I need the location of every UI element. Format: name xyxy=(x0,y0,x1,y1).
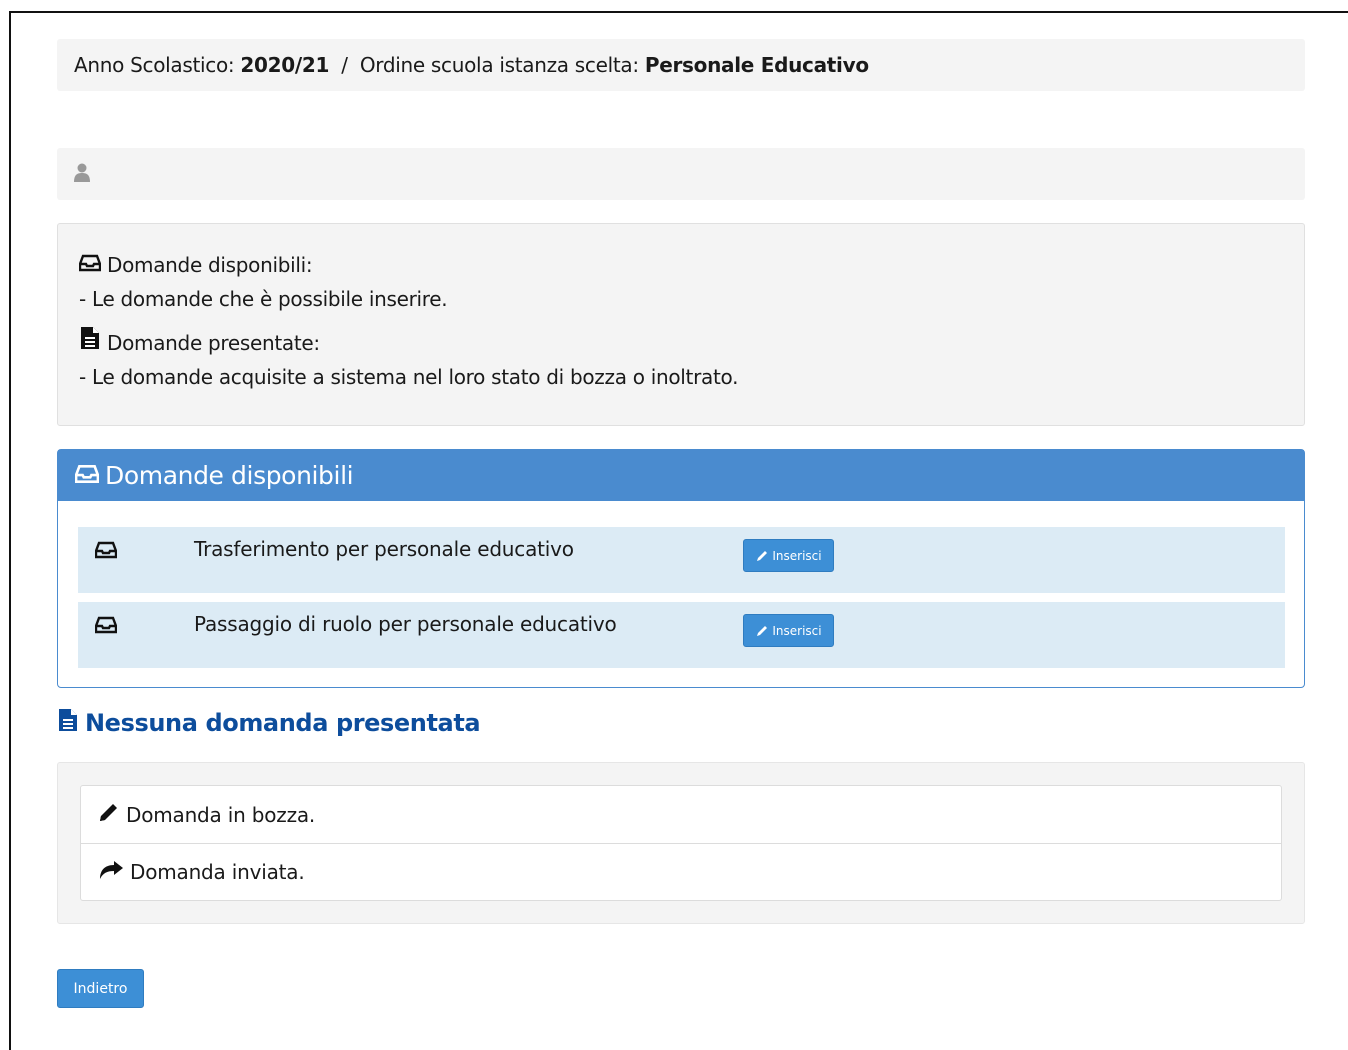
user-bar xyxy=(57,148,1305,200)
breadcrumb: Anno Scolastico: 2020/21 / Ordine scuola… xyxy=(57,39,1305,91)
available-panel-title: Domande disponibili xyxy=(105,461,354,490)
insert-button-label: Inserisci xyxy=(772,548,822,563)
list-item: Trasferimento per personale educativo In… xyxy=(78,527,1285,593)
legend-submitted-desc: - Le domande acquisite a sistema nel lor… xyxy=(79,365,739,389)
list-item: Domanda in bozza. xyxy=(81,786,1281,843)
user-icon xyxy=(73,162,91,184)
list-item: Passaggio di ruolo per personale educati… xyxy=(78,602,1285,668)
inbox-icon xyxy=(94,616,118,638)
insert-button[interactable]: Inserisci xyxy=(743,539,834,572)
legend-available: Domande disponibili: xyxy=(78,248,1283,282)
order-value: Personale Educativo xyxy=(644,53,869,77)
submitted-title: Nessuna domanda presentata xyxy=(85,709,481,737)
application-label: Passaggio di ruolo per personale educati… xyxy=(194,612,617,636)
application-label: Trasferimento per personale educativo xyxy=(194,537,574,561)
inbox-icon xyxy=(94,541,118,563)
legend-available-desc: - Le domande che è possibile inserire. xyxy=(79,287,448,311)
year-label: Anno Scolastico: xyxy=(74,53,235,77)
file-text-icon xyxy=(79,326,101,360)
share-icon xyxy=(98,860,124,885)
year-value: 2020/21 xyxy=(240,53,330,77)
pencil-icon xyxy=(757,625,768,636)
order-label: Ordine scuola istanza scelta: xyxy=(359,53,639,77)
legend-submitted: Domande presentate: xyxy=(79,326,1283,360)
list-item: Domanda inviata. xyxy=(81,843,1281,900)
legend-box: Domande disponibili: - Le domande che è … xyxy=(57,223,1305,426)
status-legend-box: Domanda in bozza. Domanda inviata. xyxy=(57,762,1305,924)
file-text-icon xyxy=(57,707,79,739)
legend-available-title: Domande disponibili: xyxy=(107,253,313,277)
status-sent-label: Domanda inviata. xyxy=(130,860,305,884)
legend-submitted-title: Domande presentate: xyxy=(107,331,320,355)
available-panel: Domande disponibili Trasferimento per pe… xyxy=(57,449,1305,688)
breadcrumb-separator: / xyxy=(341,53,348,77)
insert-button[interactable]: Inserisci xyxy=(743,614,834,647)
status-list: Domanda in bozza. Domanda inviata. xyxy=(80,785,1282,901)
submitted-section-title: Nessuna domanda presentata xyxy=(57,707,481,739)
pencil-icon xyxy=(98,802,120,827)
inbox-icon xyxy=(74,461,100,490)
back-button[interactable]: Indietro xyxy=(57,969,144,1008)
available-panel-header: Domande disponibili xyxy=(58,450,1304,501)
pencil-icon xyxy=(757,550,768,561)
status-draft-label: Domanda in bozza. xyxy=(126,802,316,827)
insert-button-label: Inserisci xyxy=(772,623,822,638)
inbox-icon xyxy=(78,248,102,282)
